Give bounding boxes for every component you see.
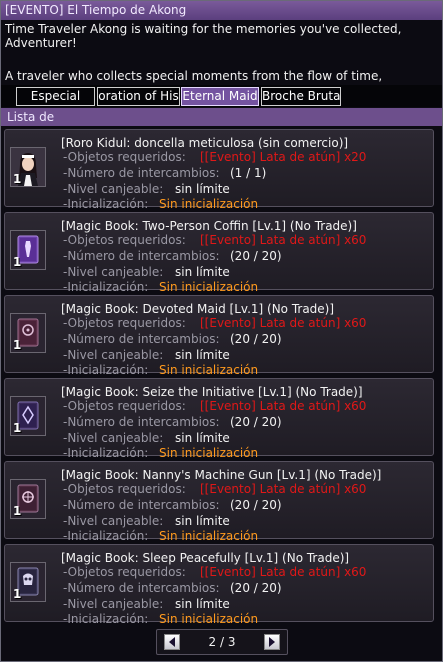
exchanges-value: (20 / 20) (230, 581, 282, 595)
level-value: sin límite (175, 597, 230, 611)
reset-label: -Inicialización: (63, 529, 149, 543)
exchanges-value: (20 / 20) (230, 249, 282, 263)
reset-value: Sin inicialización (159, 446, 259, 460)
level-label: -Nivel canjeable: (63, 182, 164, 196)
sleep-book-icon: 1 (10, 562, 46, 602)
initiative-book-icon: 1 (10, 396, 46, 436)
event-window: [EVENTO] El Tiempo de Akong Time Travele… (0, 0, 443, 662)
list-item[interactable]: 1 [Magic Book: Sleep Peacefully [Lv.1] (… (4, 544, 434, 626)
reset-value: Sin inicialización (159, 197, 259, 211)
required-label: -Objetos requeridos: (63, 399, 186, 413)
list-item[interactable]: 1 [Magic Book: Seize the Initiative [Lv.… (4, 378, 434, 460)
item-name: [Magic Book: Two-Person Coffin [Lv.1] (N… (61, 219, 357, 233)
level-label: -Nivel canjeable: (63, 431, 164, 445)
description-line: A traveler who collects special moments … (5, 69, 383, 83)
required-value: [[Evento] Lata de atún] x60 (200, 482, 367, 496)
reset-label: -Inicialización: (63, 197, 149, 211)
required-value: [[Evento] Lata de atún] x20 (200, 150, 367, 164)
item-name: [Roro Kidul: doncella meticulosa (sin co… (61, 136, 349, 150)
reset-label: -Inicialización: (63, 446, 149, 460)
item-name: [Magic Book: Nanny's Machine Gun [Lv.1] … (61, 468, 382, 482)
reset-value: Sin inicialización (159, 529, 259, 543)
maid-portrait-icon: 1 (10, 147, 46, 187)
exchanges-label: -Número de intercambios: (63, 581, 220, 595)
arrow-right-icon (269, 637, 275, 647)
exchanges-label: -Número de intercambios: (63, 166, 220, 180)
reset-value: Sin inicialización (159, 280, 259, 294)
exchanges-value: (20 / 20) (230, 332, 282, 346)
list-item[interactable]: 1 [Roro Kidul: doncella meticulosa (sin … (4, 129, 434, 211)
level-label: -Nivel canjeable: (63, 597, 164, 611)
window-title: [EVENTO] El Tiempo de Akong (1, 1, 442, 20)
tab-broche-brutal[interactable]: Broche Brutal (261, 87, 341, 106)
exchanges-label: -Número de intercambios: (63, 332, 220, 346)
description-line: Adventurer! (5, 36, 77, 50)
coffin-book-icon: 1 (10, 230, 46, 270)
required-value: [[Evento] Lata de atún] x60 (200, 233, 367, 247)
tab-especial[interactable]: Especial (16, 87, 95, 106)
item-name: [Magic Book: Seize the Initiative [Lv.1]… (61, 385, 363, 399)
tab-decoration[interactable]: oration of His (97, 87, 180, 106)
reset-label: -Inicialización: (63, 363, 149, 377)
item-quantity: 1 (13, 421, 22, 435)
required-value: [[Evento] Lata de atún] x60 (200, 316, 367, 330)
exchange-list: 1 [Roro Kidul: doncella meticulosa (sin … (1, 127, 442, 627)
exchanges-label: -Número de intercambios: (63, 415, 220, 429)
item-quantity: 1 (13, 338, 22, 352)
tab-bar: Especial oration of His Eternal Maid Bro… (1, 85, 442, 107)
required-value: [[Evento] Lata de atún] x60 (200, 399, 367, 413)
tab-eternal-maid[interactable]: Eternal Maid (181, 87, 259, 106)
list-header: Lista de (1, 108, 442, 126)
maid-book-icon: 1 (10, 313, 46, 353)
level-value: sin límite (175, 431, 230, 445)
level-label: -Nivel canjeable: (63, 265, 164, 279)
level-value: sin límite (175, 182, 230, 196)
page-indicator: 2 / 3 (208, 635, 236, 649)
level-value: sin límite (175, 265, 230, 279)
level-value: sin límite (175, 348, 230, 362)
item-quantity: 1 (13, 587, 22, 601)
exchanges-label: -Número de intercambios: (63, 249, 220, 263)
prev-page-button[interactable] (164, 634, 180, 650)
required-label: -Objetos requeridos: (63, 565, 186, 579)
required-label: -Objetos requeridos: (63, 233, 186, 247)
pagination: 2 / 3 (156, 629, 288, 655)
level-label: -Nivel canjeable: (63, 514, 164, 528)
next-page-button[interactable] (264, 634, 280, 650)
level-value: sin límite (175, 514, 230, 528)
level-label: -Nivel canjeable: (63, 348, 164, 362)
item-name: [Magic Book: Devoted Maid [Lv.1] (No Tra… (61, 302, 335, 316)
description-line: Time Traveler Akong is waiting for the m… (5, 22, 402, 36)
required-value: [[Evento] Lata de atún] x60 (200, 565, 367, 579)
item-quantity: 1 (13, 172, 22, 186)
exchanges-value: (20 / 20) (230, 498, 282, 512)
exchanges-value: (20 / 20) (230, 415, 282, 429)
item-quantity: 1 (13, 255, 22, 269)
machine-gun-book-icon: 1 (10, 479, 46, 519)
list-item[interactable]: 1 [Magic Book: Devoted Maid [Lv.1] (No T… (4, 295, 434, 377)
item-name: [Magic Book: Sleep Peacefully [Lv.1] (No… (61, 551, 350, 565)
reset-value: Sin inicialización (159, 612, 259, 626)
required-label: -Objetos requeridos: (63, 482, 186, 496)
exchanges-label: -Número de intercambios: (63, 498, 220, 512)
exchanges-value: (1 / 1) (230, 166, 267, 180)
reset-label: -Inicialización: (63, 612, 149, 626)
list-item[interactable]: 1 [Magic Book: Nanny's Machine Gun [Lv.1… (4, 461, 434, 543)
required-label: -Objetos requeridos: (63, 150, 186, 164)
reset-value: Sin inicialización (159, 363, 259, 377)
reset-label: -Inicialización: (63, 280, 149, 294)
item-quantity: 1 (13, 504, 22, 518)
arrow-left-icon (169, 637, 175, 647)
required-label: -Objetos requeridos: (63, 316, 186, 330)
list-item[interactable]: 1 [Magic Book: Two-Person Coffin [Lv.1] … (4, 212, 434, 294)
